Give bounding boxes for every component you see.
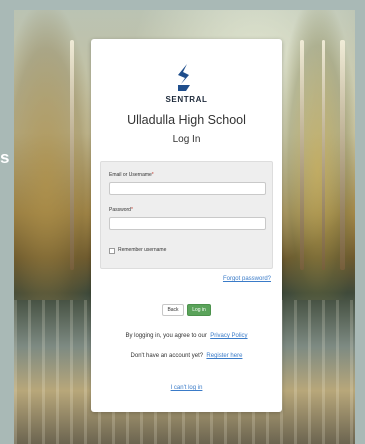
password-label: Password*: [109, 207, 133, 213]
terms-text: By logging in, you agree to our Privacy …: [125, 333, 248, 339]
login-form: Email or Username* Password* Remember us…: [100, 161, 273, 269]
remember-username-label: Remember username: [118, 247, 167, 253]
background-foliage-left: [14, 10, 94, 300]
school-name: Ulladulla High School: [127, 113, 246, 127]
remember-username-checkbox[interactable]: [109, 248, 115, 254]
login-button[interactable]: Log in: [187, 304, 211, 316]
login-card: SENTRAL Ulladulla High School Log In Ema…: [91, 39, 282, 412]
required-mark: *: [130, 207, 133, 213]
sentral-logo-icon: [178, 64, 190, 91]
required-mark: *: [151, 172, 154, 178]
background-edge: [0, 0, 365, 10]
password-field[interactable]: [109, 217, 266, 230]
email-field[interactable]: [109, 182, 266, 195]
background-tree-trunk: [300, 40, 304, 270]
side-fragment-text: s: [0, 148, 10, 167]
background-tree-trunk: [70, 40, 74, 270]
forgot-password-link[interactable]: Forgot password?: [223, 276, 271, 282]
register-text: Don't have an account yet? Register here: [130, 353, 243, 359]
background-tree-trunk: [322, 40, 325, 270]
background-tree-trunk: [340, 40, 345, 270]
register-link[interactable]: Register here: [206, 353, 242, 359]
brand-name: SENTRAL: [165, 95, 208, 104]
background-edge: [0, 0, 14, 444]
email-label: Email or Username*: [109, 172, 154, 178]
cant-login-link[interactable]: I can't log in: [171, 385, 203, 391]
background-edge: [355, 0, 365, 444]
privacy-policy-link[interactable]: Privacy Policy: [210, 333, 247, 339]
back-button[interactable]: Back: [162, 304, 184, 316]
cant-login-row: I can't log in: [91, 385, 282, 391]
page-title: Log In: [172, 134, 201, 145]
